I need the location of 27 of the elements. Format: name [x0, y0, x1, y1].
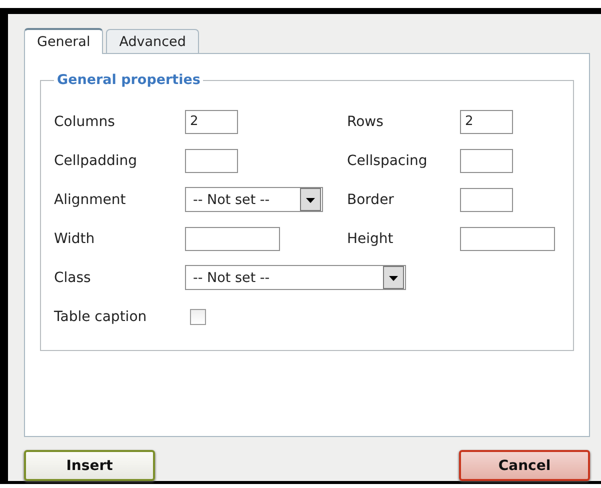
dropdown[interactable]: -- Not set --	[185, 265, 406, 290]
field-label: Columns	[54, 114, 116, 130]
field-label: Cellspacing	[347, 152, 428, 168]
field-label: Rows	[347, 114, 384, 130]
field-label: Height	[347, 230, 394, 246]
text-field[interactable]	[460, 188, 513, 212]
field-label: Border	[347, 192, 395, 208]
group-title: General properties	[56, 72, 202, 88]
field-label: Cellpadding	[54, 152, 138, 168]
field-label: Width	[54, 230, 96, 246]
dropdown[interactable]: -- Not set --	[185, 187, 323, 212]
field-label: Class	[54, 270, 92, 286]
checkbox[interactable]	[190, 308, 206, 324]
text-field[interactable]	[185, 148, 238, 172]
insert-button[interactable]: Insert	[24, 450, 155, 481]
text-field[interactable]	[185, 226, 280, 250]
text-field[interactable]	[460, 226, 555, 250]
cancel-button[interactable]: Cancel	[459, 450, 590, 481]
caret-icon	[300, 188, 321, 211]
text-field[interactable]	[460, 148, 513, 172]
text-field[interactable]: 2	[460, 110, 513, 134]
tab[interactable]: General	[24, 28, 104, 54]
field-label: Alignment	[54, 192, 127, 208]
caret-icon	[383, 266, 404, 289]
field-label: Table caption	[54, 308, 148, 324]
text-field[interactable]: 2	[185, 110, 238, 134]
tab[interactable]: Advanced	[106, 29, 199, 53]
